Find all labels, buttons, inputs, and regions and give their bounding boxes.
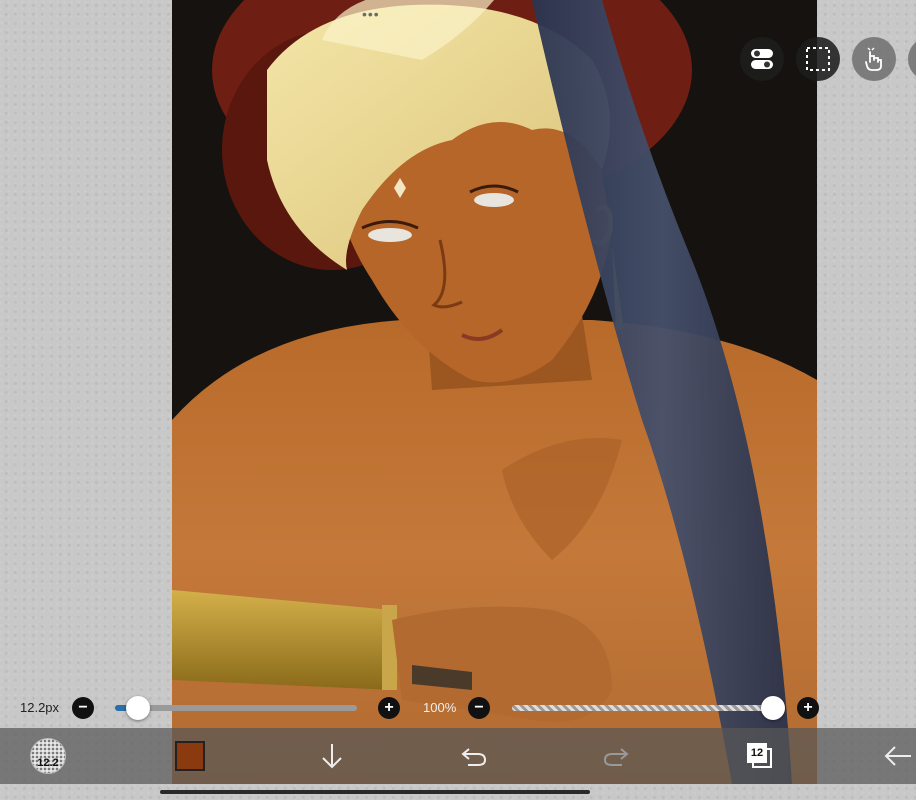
selection-button[interactable] xyxy=(796,37,840,81)
current-color-swatch xyxy=(175,741,205,771)
more-dots-icon[interactable]: ••• xyxy=(362,7,388,21)
bottom-toolbar: 12.2 12 xyxy=(0,728,916,784)
brush-size-increase-button[interactable]: + xyxy=(378,697,400,719)
hand-tool-button[interactable] xyxy=(852,37,896,81)
undo-button[interactable] xyxy=(454,728,494,784)
redo-button[interactable] xyxy=(596,728,636,784)
brush-size-decrease-button[interactable]: − xyxy=(72,697,94,719)
toggle-switches-icon xyxy=(751,49,773,69)
opacity-increase-button[interactable]: + xyxy=(797,697,819,719)
opacity-decrease-button[interactable]: − xyxy=(468,697,490,719)
hand-pointer-icon xyxy=(865,47,882,71)
layers-button[interactable]: 12 xyxy=(740,728,780,784)
redo-icon xyxy=(603,748,629,766)
opacity-label: 100% xyxy=(423,700,457,715)
brush-size-track[interactable] xyxy=(115,705,357,711)
brush-size-knob[interactable] xyxy=(126,696,150,720)
brush-button[interactable]: 12.2 xyxy=(28,728,68,784)
arrow-down-icon xyxy=(322,744,342,769)
home-indicator xyxy=(160,790,590,794)
artwork-canvas[interactable] xyxy=(172,0,817,784)
color-button[interactable] xyxy=(170,728,210,784)
brush-size-badge: 12.2 xyxy=(37,757,59,769)
brush-size-label: 12.2px xyxy=(20,700,60,715)
brush-preview-icon: 12.2 xyxy=(30,738,66,774)
opacity-track[interactable] xyxy=(512,705,780,711)
opacity-knob[interactable] xyxy=(761,696,785,720)
layer-toggle-button[interactable] xyxy=(740,37,784,81)
arrow-left-icon xyxy=(884,746,911,766)
dashed-selection-icon xyxy=(806,47,830,71)
layers-icon: 12 xyxy=(747,743,773,769)
undo-icon xyxy=(461,748,487,766)
back-button[interactable] xyxy=(880,728,916,784)
layer-count-badge: 12 xyxy=(747,743,767,763)
artwork-illustration xyxy=(172,0,817,784)
download-button[interactable] xyxy=(312,728,352,784)
